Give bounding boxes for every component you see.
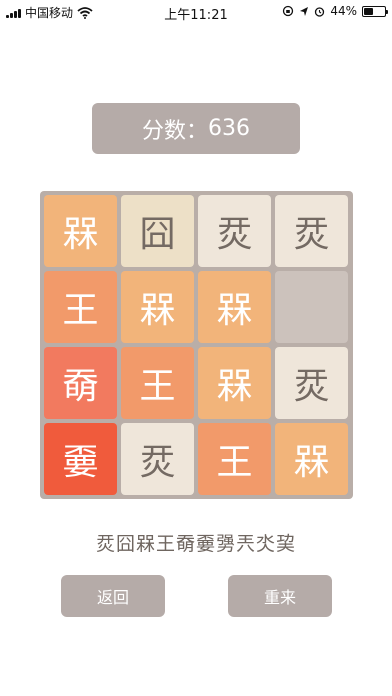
tile: 囧: [121, 195, 194, 267]
tile: 槑: [275, 423, 348, 495]
status-right: 44%: [282, 4, 388, 18]
orientation-lock-icon: [283, 5, 294, 17]
score-value: 636: [208, 116, 250, 141]
battery-percent: 44%: [330, 4, 357, 18]
location-icon: [300, 6, 309, 16]
tile: 烎: [275, 195, 348, 267]
tile: 槑: [121, 271, 194, 343]
tile: 嫑: [44, 423, 117, 495]
alarm-icon: [315, 6, 325, 17]
tile-sequence-hint: 烎囧槑王奣嫑勥兲氼巭: [95, 533, 296, 555]
score-label: 分数：: [141, 118, 208, 144]
battery-fill: [364, 7, 373, 15]
tile: 奣: [44, 347, 117, 419]
score-display: 分数： 636: [92, 103, 300, 154]
tile: 王: [198, 423, 271, 495]
tile: 王: [44, 271, 117, 343]
game-board[interactable]: 槑囧烎烎王槑槑奣王槑烎嫑烎王槑: [40, 191, 353, 499]
tile: 烎: [198, 195, 271, 267]
tile: 槑: [198, 347, 271, 419]
tile: 烎: [275, 347, 348, 419]
restart-button[interactable]: 重来: [228, 575, 332, 617]
status-bar: 中国移动 上午11:21 44%: [0, 0, 392, 24]
tile: 槑: [198, 271, 271, 343]
battery-icon: [362, 5, 388, 17]
empty-tile: [275, 271, 348, 343]
back-button[interactable]: 返回: [61, 575, 165, 617]
tile: 王: [121, 347, 194, 419]
tile: 烎: [121, 423, 194, 495]
tile: 槑: [44, 195, 117, 267]
